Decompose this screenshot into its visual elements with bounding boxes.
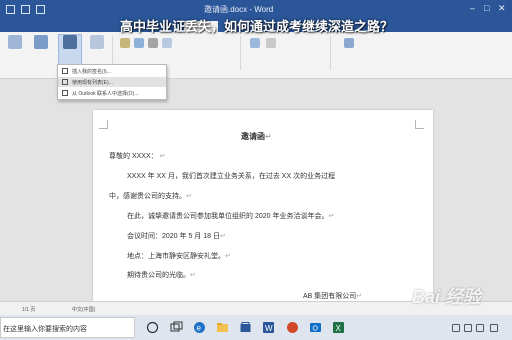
- notification-icon[interactable]: [490, 324, 498, 332]
- excel-app-icon[interactable]: X: [332, 321, 345, 334]
- new-list-icon: [62, 68, 68, 74]
- start-mail-merge-button[interactable]: [30, 35, 52, 50]
- margin-corner: [99, 120, 108, 129]
- article-headline: 高中毕业证丢失，如何通过成考继续深造之路？: [120, 19, 394, 34]
- greeting-line-icon[interactable]: [148, 38, 158, 48]
- battery-icon[interactable]: [476, 324, 484, 332]
- svg-text:O: O: [313, 326, 319, 333]
- svg-text:X: X: [336, 324, 342, 333]
- task-view-icon[interactable]: [146, 321, 159, 334]
- task-switch-icon[interactable]: [170, 321, 183, 334]
- edge-browser-icon[interactable]: e: [193, 321, 206, 334]
- select-recipients-button[interactable]: [58, 34, 82, 66]
- doc-salutation: 尊敬的 XXXX： ↵: [109, 153, 166, 160]
- highlight-fields-icon[interactable]: [120, 38, 130, 48]
- doc-meeting-time: 会议时间：2020 年 5 月 18 日↵: [127, 233, 226, 240]
- address-block-icon[interactable]: [134, 38, 144, 48]
- doc-paragraph-1: XXXX 年 XX 月，我们首次建立业务关系，在过去 XX 次的业务过程: [127, 173, 336, 180]
- edit-list-icon: [90, 35, 104, 49]
- word-app-icon[interactable]: W: [262, 321, 275, 334]
- outlook-icon: [62, 90, 68, 96]
- group-separator: [240, 36, 241, 70]
- group-separator: [330, 36, 331, 70]
- watermark: Bai 经验: [412, 287, 482, 307]
- language-indicator[interactable]: 中文(中国): [72, 306, 95, 313]
- close-icon[interactable]: ✕: [498, 3, 506, 14]
- network-icon[interactable]: [452, 324, 460, 332]
- menu-item-use-existing-list[interactable]: 使用现有列表(E)...: [58, 77, 166, 87]
- tab-insert[interactable]: [76, 21, 110, 32]
- taskbar: 在这里输入你要搜索的内容 e W O X: [0, 315, 512, 340]
- powerpoint-app-icon[interactable]: [286, 321, 299, 334]
- doc-title: 邀请函↵: [241, 132, 272, 141]
- envelope-icon: [8, 35, 22, 49]
- outlook-app-icon[interactable]: O: [309, 321, 322, 334]
- insert-field-icon[interactable]: [162, 38, 172, 48]
- doc-signature: AB 集团有限公司↵: [303, 293, 363, 300]
- finish-merge-icon[interactable]: [344, 38, 354, 48]
- store-icon[interactable]: [239, 321, 252, 334]
- recipients-icon: [63, 35, 77, 49]
- preview-results-icon[interactable]: [250, 38, 260, 48]
- undo-icon[interactable]: [21, 5, 30, 14]
- file-explorer-icon[interactable]: [216, 321, 229, 334]
- svg-text:W: W: [265, 324, 273, 333]
- minimize-icon[interactable]: –: [470, 3, 475, 13]
- maximize-icon[interactable]: □: [484, 3, 489, 13]
- doc-paragraph-2: 在此，诚挚邀请贵公司参加我单位组织的 2020 年业务洽谈年会。↵: [127, 213, 335, 220]
- menu-item-outlook-contacts[interactable]: 从 Outlook 联系人中选择(O)...: [58, 88, 166, 98]
- page-count[interactable]: 1/1 页: [22, 306, 35, 313]
- existing-list-icon: [62, 79, 68, 85]
- taskbar-search-input[interactable]: 在这里输入你要搜索的内容: [0, 317, 135, 338]
- find-recipient-icon[interactable]: [266, 38, 276, 48]
- doc-closing: 期待贵公司的光临。↵: [127, 272, 196, 279]
- tab-file[interactable]: [4, 21, 38, 32]
- doc-paragraph-1-continued: 中，感谢贵公司的支持。↵: [109, 193, 192, 200]
- doc-location: 地点：上海市静安区静安礼堂。↵: [127, 253, 231, 260]
- mail-merge-icon: [34, 35, 48, 49]
- tab-home[interactable]: [40, 21, 74, 32]
- document-page[interactable]: 邀请函↵ 尊敬的 XXXX： ↵ XXXX 年 XX 月，我们首次建立业务关系，…: [93, 110, 433, 301]
- margin-corner: [415, 120, 424, 129]
- save-icon[interactable]: [6, 5, 15, 14]
- quick-access-toolbar: [6, 5, 45, 14]
- redo-icon[interactable]: [36, 5, 45, 14]
- svg-text:e: e: [197, 324, 202, 333]
- menu-item-type-new-list[interactable]: 插入我的签名(I)...: [58, 66, 166, 76]
- select-recipients-menu: 插入我的签名(I)... 使用现有列表(E)... 从 Outlook 联系人中…: [57, 64, 167, 100]
- envelopes-button[interactable]: [4, 35, 26, 50]
- edit-recipient-list-button[interactable]: [86, 35, 108, 50]
- volume-icon[interactable]: [464, 324, 472, 332]
- window-title: 邀请函.docx - Word: [204, 5, 274, 14]
